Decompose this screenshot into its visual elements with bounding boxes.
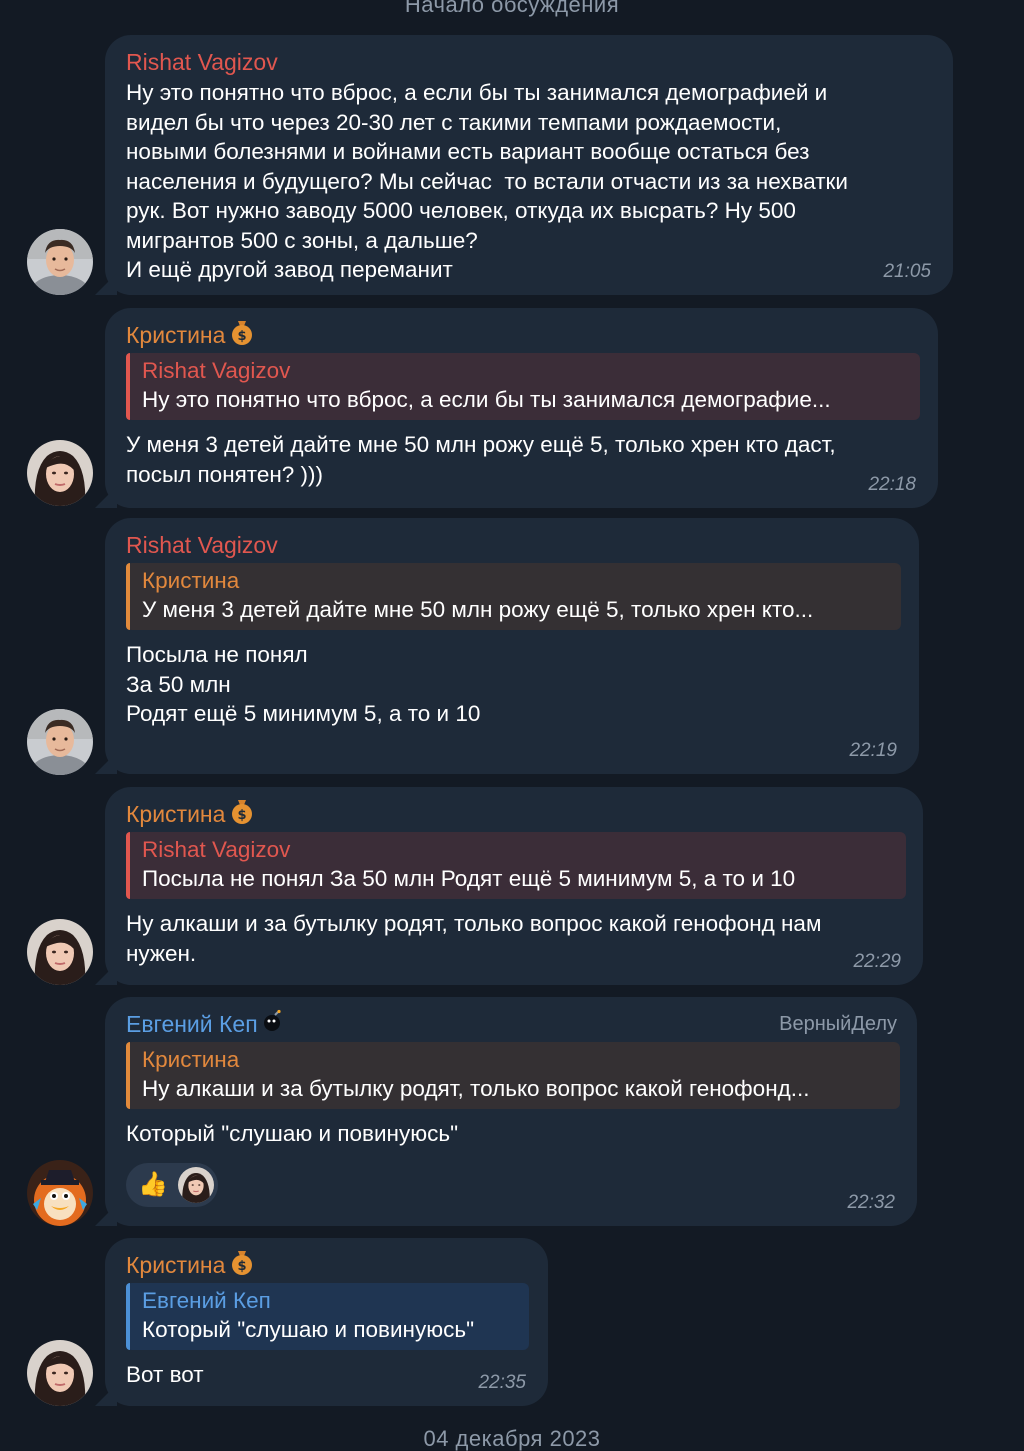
chat-window: Начало обсуждения Rishat Vagizov Ну это … [0,0,1024,1451]
man-avatar[interactable] [27,229,93,295]
reply-text: Посыла не понял За 50 млн Родят ещё 5 ми… [142,866,796,891]
reply-sender: Rishat Vagizov [142,837,291,862]
woman-avatar[interactable] [27,1340,93,1406]
reply-text: Ну алкаши и за бутылку родят, только воп… [142,1076,810,1101]
reply-text: Который "слушаю и повинуюсь" [142,1317,475,1342]
message-text: Ну алкаши и за бутылку родят, только воп… [126,911,822,966]
discussion-start-separator: Начало обсуждения [404,0,620,17]
message-time: 22:29 [853,951,901,972]
member-role: ВерныйДелу [779,1013,897,1035]
reply-quote[interactable]: Кристина У меня 3 детей дайте мне 50 млн… [126,563,901,630]
reply-sender: Rishat Vagizov [142,358,291,383]
woman-avatar[interactable] [27,919,93,985]
woman-avatar[interactable] [27,440,93,506]
message-bubble[interactable]: Евгений Кеп ВерныйДелу Кристина Ну алкаш… [105,997,917,1226]
date-separator: 04 декабря 2023 [423,1426,601,1451]
message-text: Ну это понятно что вброс, а если бы ты з… [126,80,848,282]
reaction-thumbs-up[interactable]: 👍 [126,1162,218,1207]
reply-text: У меня 3 детей дайте мне 50 млн рожу ещё… [142,597,814,622]
money-bag-icon: $ [227,317,257,353]
message-bubble[interactable]: Rishat Vagizov Ну это понятно что вброс,… [105,35,953,295]
message-text: У меня 3 детей дайте мне 50 млн рожу ещё… [126,432,836,487]
message-time: 22:18 [868,474,916,495]
reply-sender: Евгений Кеп [142,1288,271,1313]
man-avatar[interactable] [27,709,93,775]
reply-quote[interactable]: Rishat Vagizov Ну это понятно что вброс,… [126,353,920,420]
thumbs-up-icon: 👍 [138,1171,168,1198]
sender-name[interactable]: Кристина [126,800,225,828]
message-text: Вот вот [126,1362,204,1387]
message-text: Который "слушаю и повинуюсь" [126,1121,459,1146]
reply-text: Ну это понятно что вброс, а если бы ты з… [142,387,831,412]
reply-quote[interactable]: Кристина Ну алкаши и за бутылку родят, т… [126,1042,900,1109]
reply-sender: Кристина [142,1047,240,1072]
sender-name[interactable]: Rishat Vagizov [126,48,278,76]
message-time: 21:05 [883,261,931,282]
svg-text:$: $ [238,1259,247,1274]
message-bubble[interactable]: Кристина $ Евгений Кеп Который "слушаю и… [105,1238,548,1406]
svg-text:$: $ [238,808,247,823]
money-bag-icon: $ [227,1247,257,1283]
money-bag-icon: $ [227,796,257,832]
message-bubble[interactable]: Кристина $ Rishat Vagizov Посыла не поня… [105,787,923,985]
message-text: Посыла не понял За 50 млн Родят ещё 5 ми… [126,642,481,726]
message-time: 22:35 [478,1372,526,1393]
svg-text:$: $ [238,329,247,344]
message-bubble[interactable]: Кристина $ Rishat Vagizov Ну это понятно… [105,308,938,508]
message-bubble[interactable]: Rishat Vagizov Кристина У меня 3 детей д… [105,518,919,774]
message-time: 22:19 [849,740,897,761]
sender-name[interactable]: Кристина [126,321,225,349]
sender-name[interactable]: Кристина [126,1251,225,1279]
reply-quote[interactable]: Rishat Vagizov Посыла не понял За 50 млн… [126,832,906,899]
cartoon-duck-avatar[interactable] [27,1160,93,1226]
reactor-avatar [178,1167,214,1203]
sender-name[interactable]: Евгений Кеп [126,1010,258,1038]
reply-quote[interactable]: Евгений Кеп Который "слушаю и повинуюсь" [126,1283,529,1350]
bomb-icon [260,1009,284,1039]
sender-name[interactable]: Rishat Vagizov [126,531,278,559]
message-time: 22:32 [847,1192,895,1213]
reply-sender: Кристина [142,568,240,593]
